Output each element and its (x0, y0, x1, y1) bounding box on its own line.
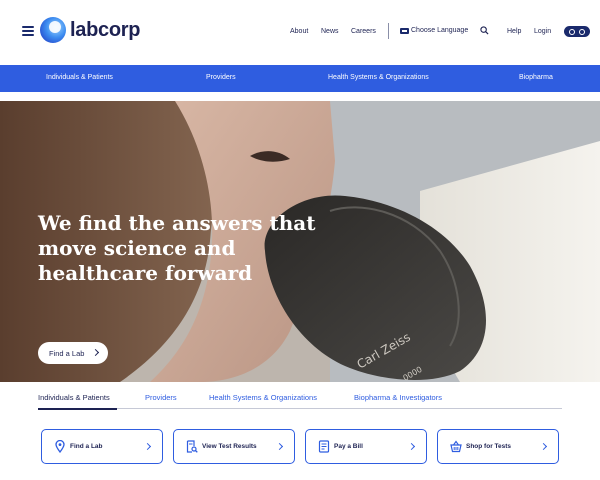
quick-link-pay-a-bill[interactable]: Pay a Bill (305, 429, 427, 464)
quick-link-label: Pay a Bill (334, 443, 363, 450)
hero-title: We find the answers that move science an… (38, 211, 318, 286)
quick-link-label: Shop for Tests (466, 443, 512, 450)
login-link[interactable]: Login (534, 28, 551, 35)
quick-link-label: View Test Results (202, 443, 257, 450)
main-nav: Individuals & Patients Providers Health … (0, 65, 600, 92)
nav-biopharma[interactable]: Biopharma (519, 74, 553, 81)
find-a-lab-label: Find a Lab (49, 348, 85, 358)
tab-individuals-patients[interactable]: Individuals & Patients (38, 393, 110, 402)
chevron-right-icon (407, 442, 416, 451)
hero-title-line-2: move science and (38, 236, 236, 260)
audience-tabs: Individuals & Patients Providers Health … (38, 389, 562, 410)
utility-divider (388, 23, 389, 39)
about-link[interactable]: About (290, 28, 308, 35)
shopping-basket-icon (450, 440, 462, 453)
chevron-right-icon (539, 442, 548, 451)
chevron-right-icon (92, 348, 100, 357)
active-tab-indicator (38, 408, 117, 410)
quick-link-view-test-results[interactable]: View Test Results (173, 429, 295, 464)
nav-providers[interactable]: Providers (206, 74, 236, 81)
tab-providers[interactable]: Providers (145, 393, 177, 402)
tab-biopharma-investigators[interactable]: Biopharma & Investigators (354, 393, 442, 402)
language-icon (400, 27, 409, 34)
search-icon[interactable] (480, 26, 489, 35)
document-search-icon (186, 440, 198, 453)
site-header: labcorp About News Careers Choose Langua… (0, 0, 600, 64)
accessibility-icon[interactable] (564, 26, 590, 37)
chevron-right-icon (275, 442, 284, 451)
find-a-lab-button[interactable]: Find a Lab (38, 342, 109, 364)
hero-title-line-3: healthcare forward (38, 261, 253, 285)
labcorp-logo[interactable]: labcorp (40, 16, 140, 44)
quick-link-label: Find a Lab (70, 443, 103, 450)
hero-title-line-1: We find the answers that (38, 211, 316, 235)
logo-text: labcorp (70, 18, 141, 41)
choose-language-label: Choose Language (411, 27, 469, 34)
quick-link-find-a-lab[interactable]: Find a Lab (41, 429, 163, 464)
logo-mark-icon (40, 17, 66, 43)
location-pin-icon (55, 440, 65, 453)
menu-icon[interactable] (22, 26, 34, 36)
choose-language-button[interactable]: Choose Language (400, 27, 468, 34)
nav-individuals-patients[interactable]: Individuals & Patients (46, 74, 113, 81)
hero-banner: Carl Zeiss 0000 We find the answers that… (0, 101, 600, 382)
help-link[interactable]: Help (507, 28, 521, 35)
news-link[interactable]: News (321, 28, 339, 35)
chevron-right-icon (143, 442, 152, 451)
nav-health-systems[interactable]: Health Systems & Organizations (328, 74, 429, 81)
careers-link[interactable]: Careers (351, 28, 376, 35)
bill-icon (318, 440, 330, 453)
quick-link-shop-for-tests[interactable]: Shop for Tests (437, 429, 559, 464)
tab-health-systems[interactable]: Health Systems & Organizations (209, 393, 317, 402)
